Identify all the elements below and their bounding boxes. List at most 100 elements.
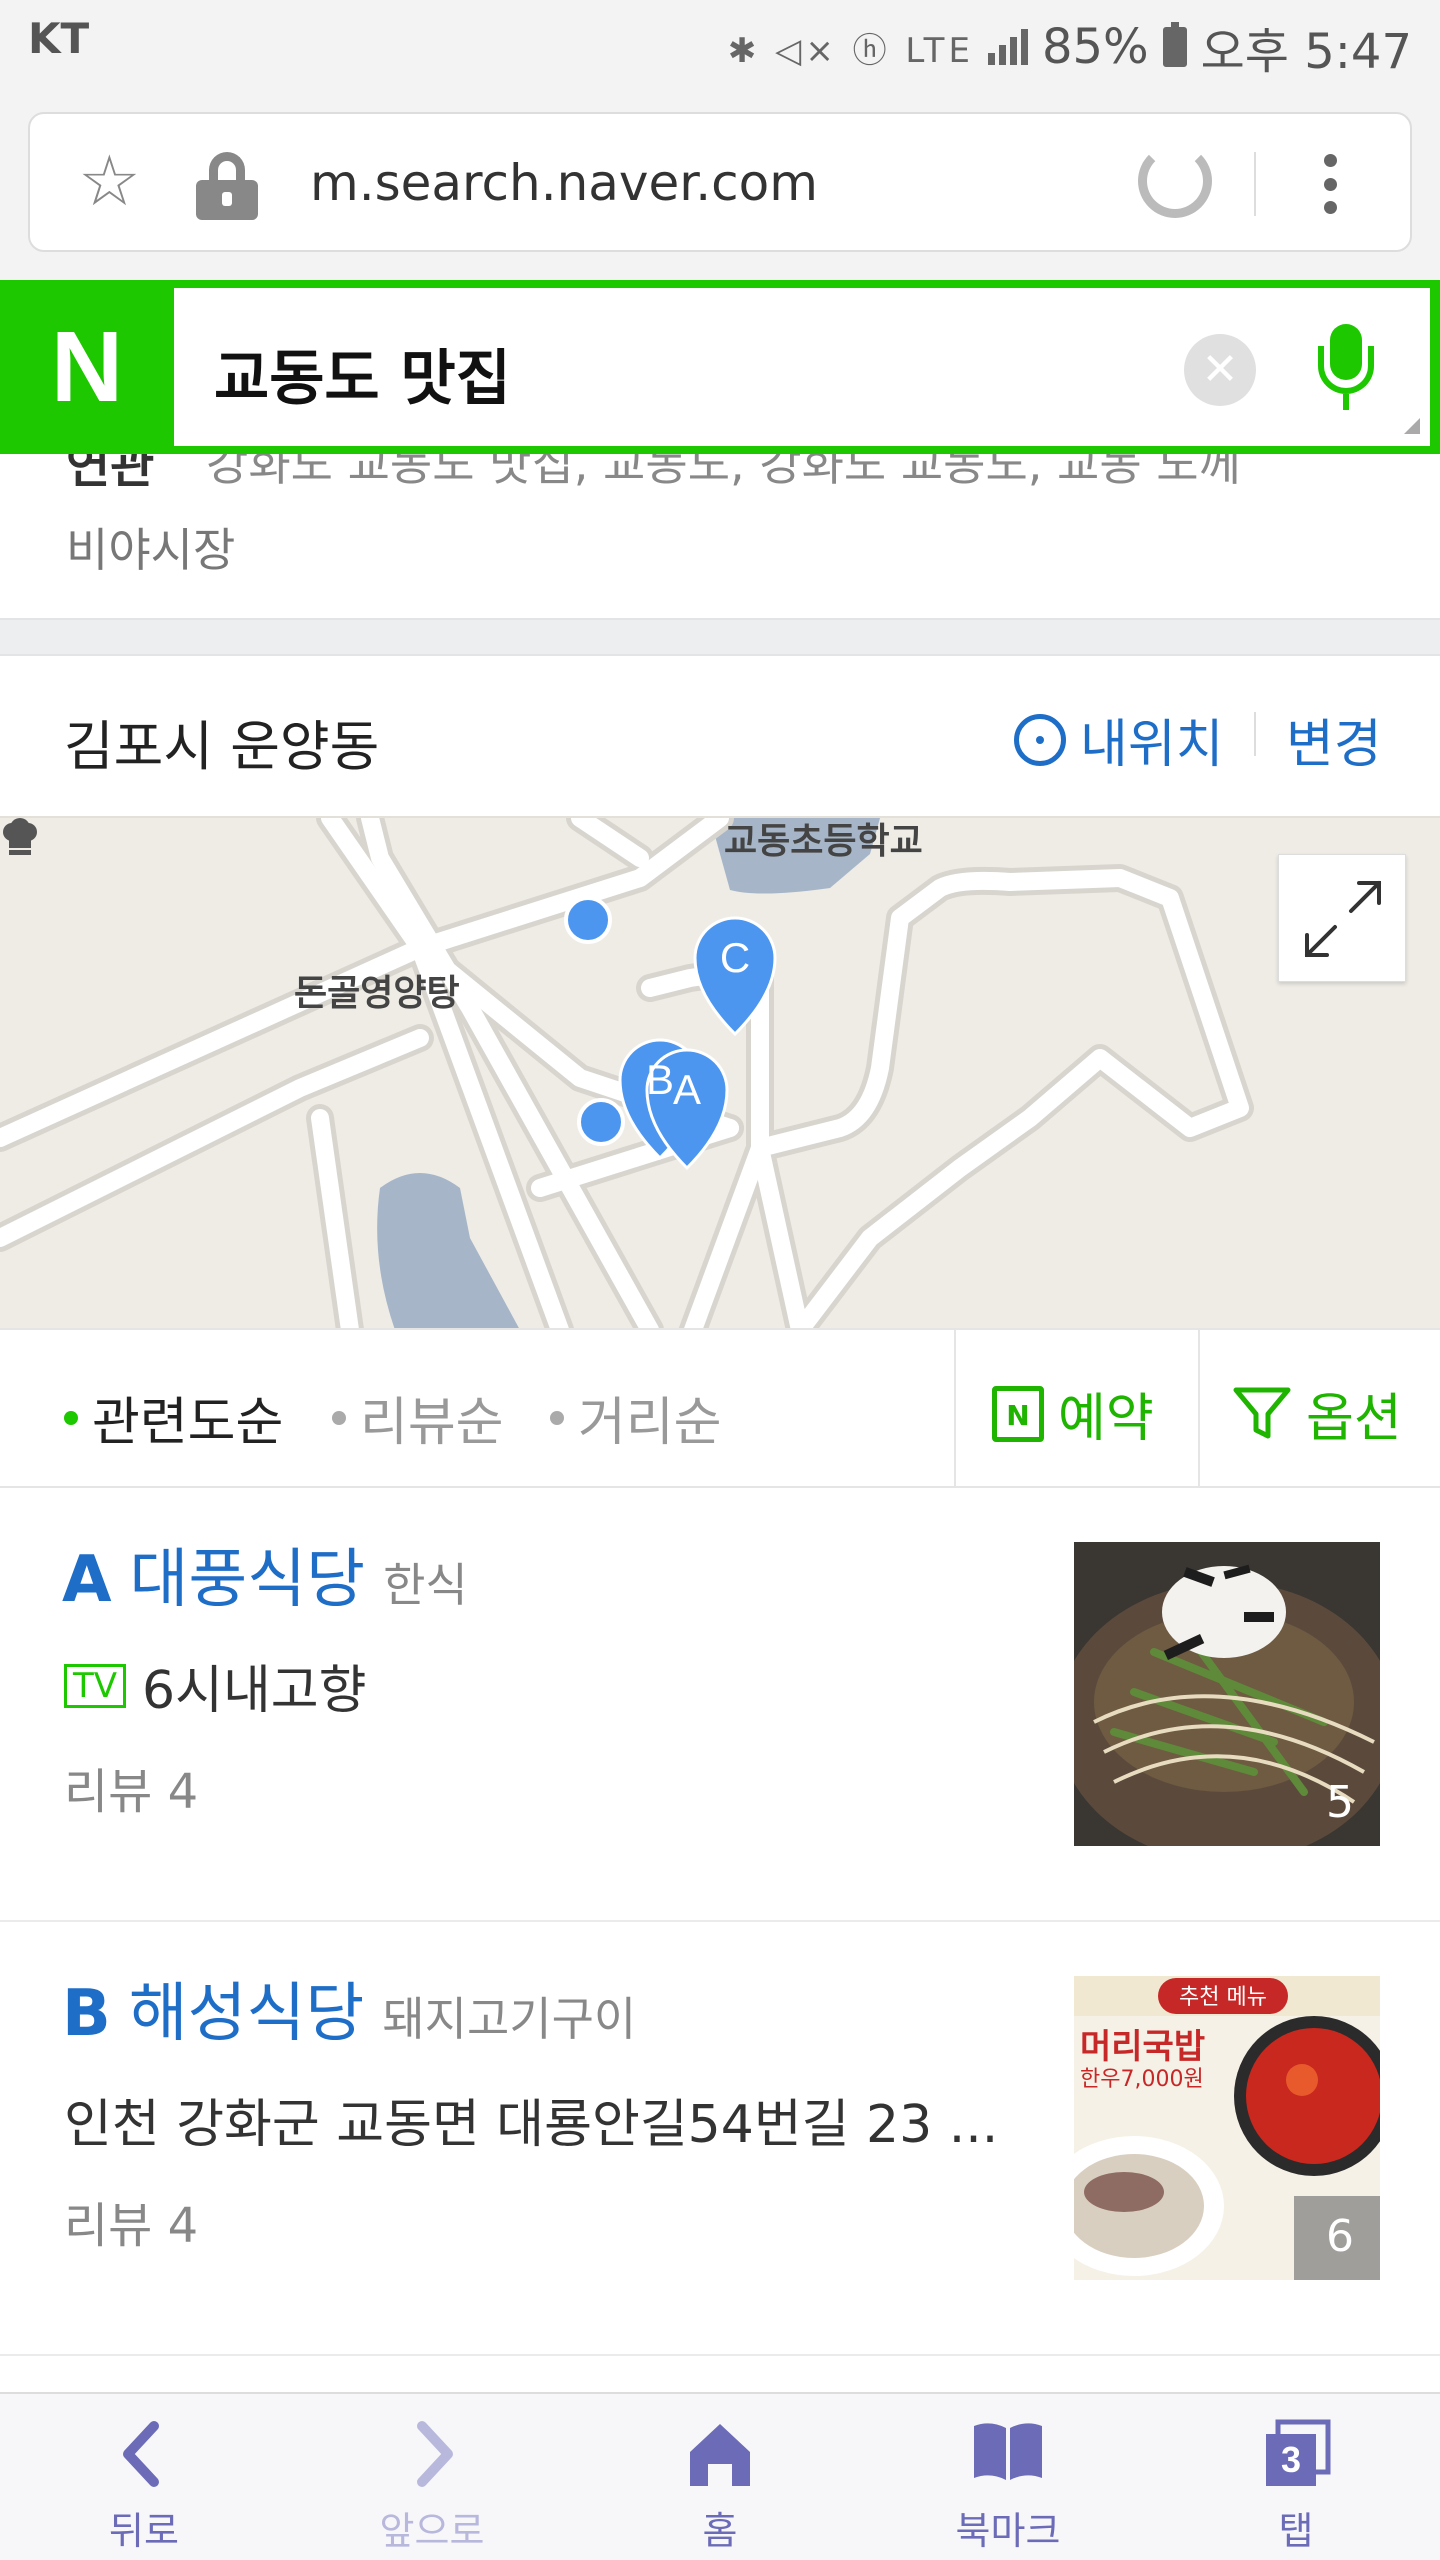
sort-relevance[interactable]: 관련도순 — [64, 1380, 283, 1455]
back-button[interactable]: 뒤로 — [0, 2394, 288, 2560]
bottom-navigation: 뒤로 앞으로 홈 북마크 3 탭 — [0, 2392, 1440, 2560]
related-label: 연관 — [66, 454, 155, 494]
back-icon — [123, 2421, 159, 2487]
item-detail: 6시내고향 — [142, 1661, 367, 1721]
item-marker-letter: A — [62, 1543, 112, 1617]
photo-count: 5 — [1326, 1777, 1354, 1828]
item-address: 인천 강화군 교동면 대룡안길54번길 23 ... — [64, 2095, 999, 2155]
svg-text:머리국밥: 머리국밥 — [1080, 2027, 1205, 2067]
reserve-button[interactable]: 예약 — [992, 1376, 1154, 1451]
my-location-button[interactable]: 내위치 — [1014, 702, 1224, 777]
status-right: ✱ ◁× ⓗ LTE 85% 오후 5:47 — [728, 12, 1412, 82]
sort-reviews[interactable]: 리뷰순 — [332, 1380, 504, 1455]
svg-text:A: A — [673, 1066, 701, 1113]
item-category: 돼지고기구이 — [382, 1992, 637, 2046]
option-button[interactable]: 옵션 — [1232, 1376, 1402, 1451]
map-roads: B C A — [0, 818, 1254, 1328]
item-detail-row: TV 6시내고향 — [64, 1648, 366, 1723]
sort-distance[interactable]: 거리순 — [550, 1380, 722, 1455]
filter-icon — [1233, 1387, 1291, 1438]
sort-bar: 관련도순 리뷰순 거리순 예약 옵션 — [0, 1328, 1440, 1488]
map-view[interactable]: B C A 교동초등학교 돈골영양탕 — [0, 816, 1440, 1328]
lock-icon[interactable] — [196, 152, 258, 220]
current-location: 김포시 운양동 — [64, 715, 380, 778]
signal-icon — [987, 29, 1028, 65]
calendar-icon — [992, 1385, 1044, 1442]
map-label-restaurant: 돈골영양탕 — [294, 973, 460, 1014]
carrier-name: KT — [28, 14, 90, 63]
search-input[interactable]: 교동도 맛집 — [214, 330, 511, 417]
forward-button[interactable]: 앞으로 — [288, 2394, 576, 2560]
sort-divider — [954, 1330, 956, 1488]
bookmark-label: 북마크 — [955, 2509, 1061, 2553]
item-title[interactable]: A 대풍식당 한식 — [62, 1528, 468, 1620]
home-button[interactable]: 홈 — [576, 2394, 864, 2560]
svg-text:C: C — [720, 934, 750, 981]
related-keywords: 연관 강화도 교동도 맛집, 교동도, 강화도 교동도, 교동 노께 비야시장 — [0, 454, 1440, 618]
status-bar: KT ✱ ◁× ⓗ LTE 85% 오후 5:47 — [0, 0, 1440, 84]
sort-dot-icon — [332, 1410, 346, 1425]
item-review-count[interactable]: 리뷰 4 — [64, 1752, 198, 1822]
tv-badge: TV — [64, 1663, 127, 1708]
bookmark-button[interactable]: 북마크 — [864, 2394, 1152, 2560]
star-icon[interactable]: ☆ — [78, 146, 141, 216]
item-marker-letter: B — [62, 1977, 111, 2051]
reserve-label: 예약 — [1058, 1389, 1154, 1449]
reload-icon[interactable] — [1138, 144, 1212, 218]
browser-toolbar: ☆ m.search.naver.com — [0, 84, 1440, 280]
forward-label: 앞으로 — [379, 2509, 485, 2553]
home-icon — [690, 2424, 750, 2486]
battery-icon — [1162, 22, 1187, 67]
list-item[interactable]: B 해성식당 돼지고기구이 인천 강화군 교동면 대룡안길54번길 23 ...… — [0, 1922, 1440, 2356]
dropdown-corner-icon — [1404, 418, 1420, 434]
item-name[interactable]: 대풍식당 — [130, 1528, 366, 1620]
naver-logo[interactable]: N — [0, 280, 174, 454]
clock: 오후 5:47 — [1200, 24, 1412, 80]
battery-percent: 85% — [1041, 19, 1149, 75]
url-text[interactable]: m.search.naver.com — [310, 154, 818, 212]
related-keyword-list[interactable]: 강화도 교동도 맛집, 교동도, 강화도 교동도, 교동 노께 — [206, 454, 1241, 494]
address-bar[interactable]: ☆ m.search.naver.com — [28, 112, 1412, 252]
tabs-label: 탭 — [1278, 2509, 1314, 2553]
chef-hat-icon — [3, 818, 37, 855]
photo-count: 6 — [1326, 2211, 1354, 2262]
sort-divider — [1198, 1330, 1200, 1488]
location-divider — [1254, 712, 1256, 756]
related-keyword-item[interactable]: 비야시장 — [66, 514, 235, 580]
crosshair-icon — [1014, 713, 1066, 766]
item-thumbnail[interactable]: 5 — [1074, 1542, 1380, 1846]
item-thumbnail[interactable]: 추천 메뉴 머리국밥 한우7,000원 6 — [1074, 1976, 1380, 2280]
tabs-icon: 3 — [1266, 2419, 1331, 2486]
back-label: 뒤로 — [109, 2509, 179, 2553]
location-row: 김포시 운양동 내위치 변경 — [0, 656, 1440, 816]
svg-text:B: B — [646, 1056, 674, 1103]
naver-search-bar: N 교동도 맛집 ✕ — [0, 280, 1440, 454]
url-divider — [1254, 152, 1256, 216]
change-location-button[interactable]: 변경 — [1286, 702, 1382, 777]
option-label: 옵션 — [1306, 1389, 1402, 1449]
map-marker-dots[interactable] — [564, 896, 625, 1146]
item-name[interactable]: 해성식당 — [129, 1962, 365, 2054]
forward-icon — [417, 2421, 453, 2487]
svg-text:3: 3 — [1281, 2439, 1301, 2480]
svg-text:한우7,000원: 한우7,000원 — [1080, 2067, 1204, 2092]
expand-map-button[interactable] — [1278, 854, 1406, 982]
sort-dot-icon — [550, 1410, 564, 1425]
item-category: 한식 — [383, 1558, 468, 1612]
tabs-button[interactable]: 3 탭 — [1152, 2394, 1440, 2560]
map-label-school: 교동초등학교 — [724, 821, 923, 862]
svg-text:추천 메뉴: 추천 메뉴 — [1179, 1985, 1267, 2010]
more-menu-icon[interactable] — [1322, 154, 1338, 214]
microphone-icon[interactable] — [1316, 324, 1376, 410]
item-review-count[interactable]: 리뷰 4 — [64, 2186, 198, 2256]
item-title[interactable]: B 해성식당 돼지고기구이 — [62, 1962, 636, 2054]
clear-icon[interactable]: ✕ — [1184, 334, 1256, 406]
sort-distance-label: 거리순 — [578, 1393, 722, 1453]
sort-relevance-label: 관련도순 — [92, 1393, 284, 1453]
search-input-box[interactable]: 교동도 맛집 ✕ — [174, 288, 1430, 446]
expand-icon — [1305, 881, 1381, 957]
sort-reviews-label: 리뷰순 — [360, 1393, 504, 1453]
list-item[interactable]: A 대풍식당 한식 TV 6시내고향 리뷰 4 5 — [0, 1488, 1440, 1922]
bluetooth-icon: ✱ ◁× ⓗ LTE — [727, 30, 974, 71]
my-location-label: 내위치 — [1080, 715, 1224, 775]
